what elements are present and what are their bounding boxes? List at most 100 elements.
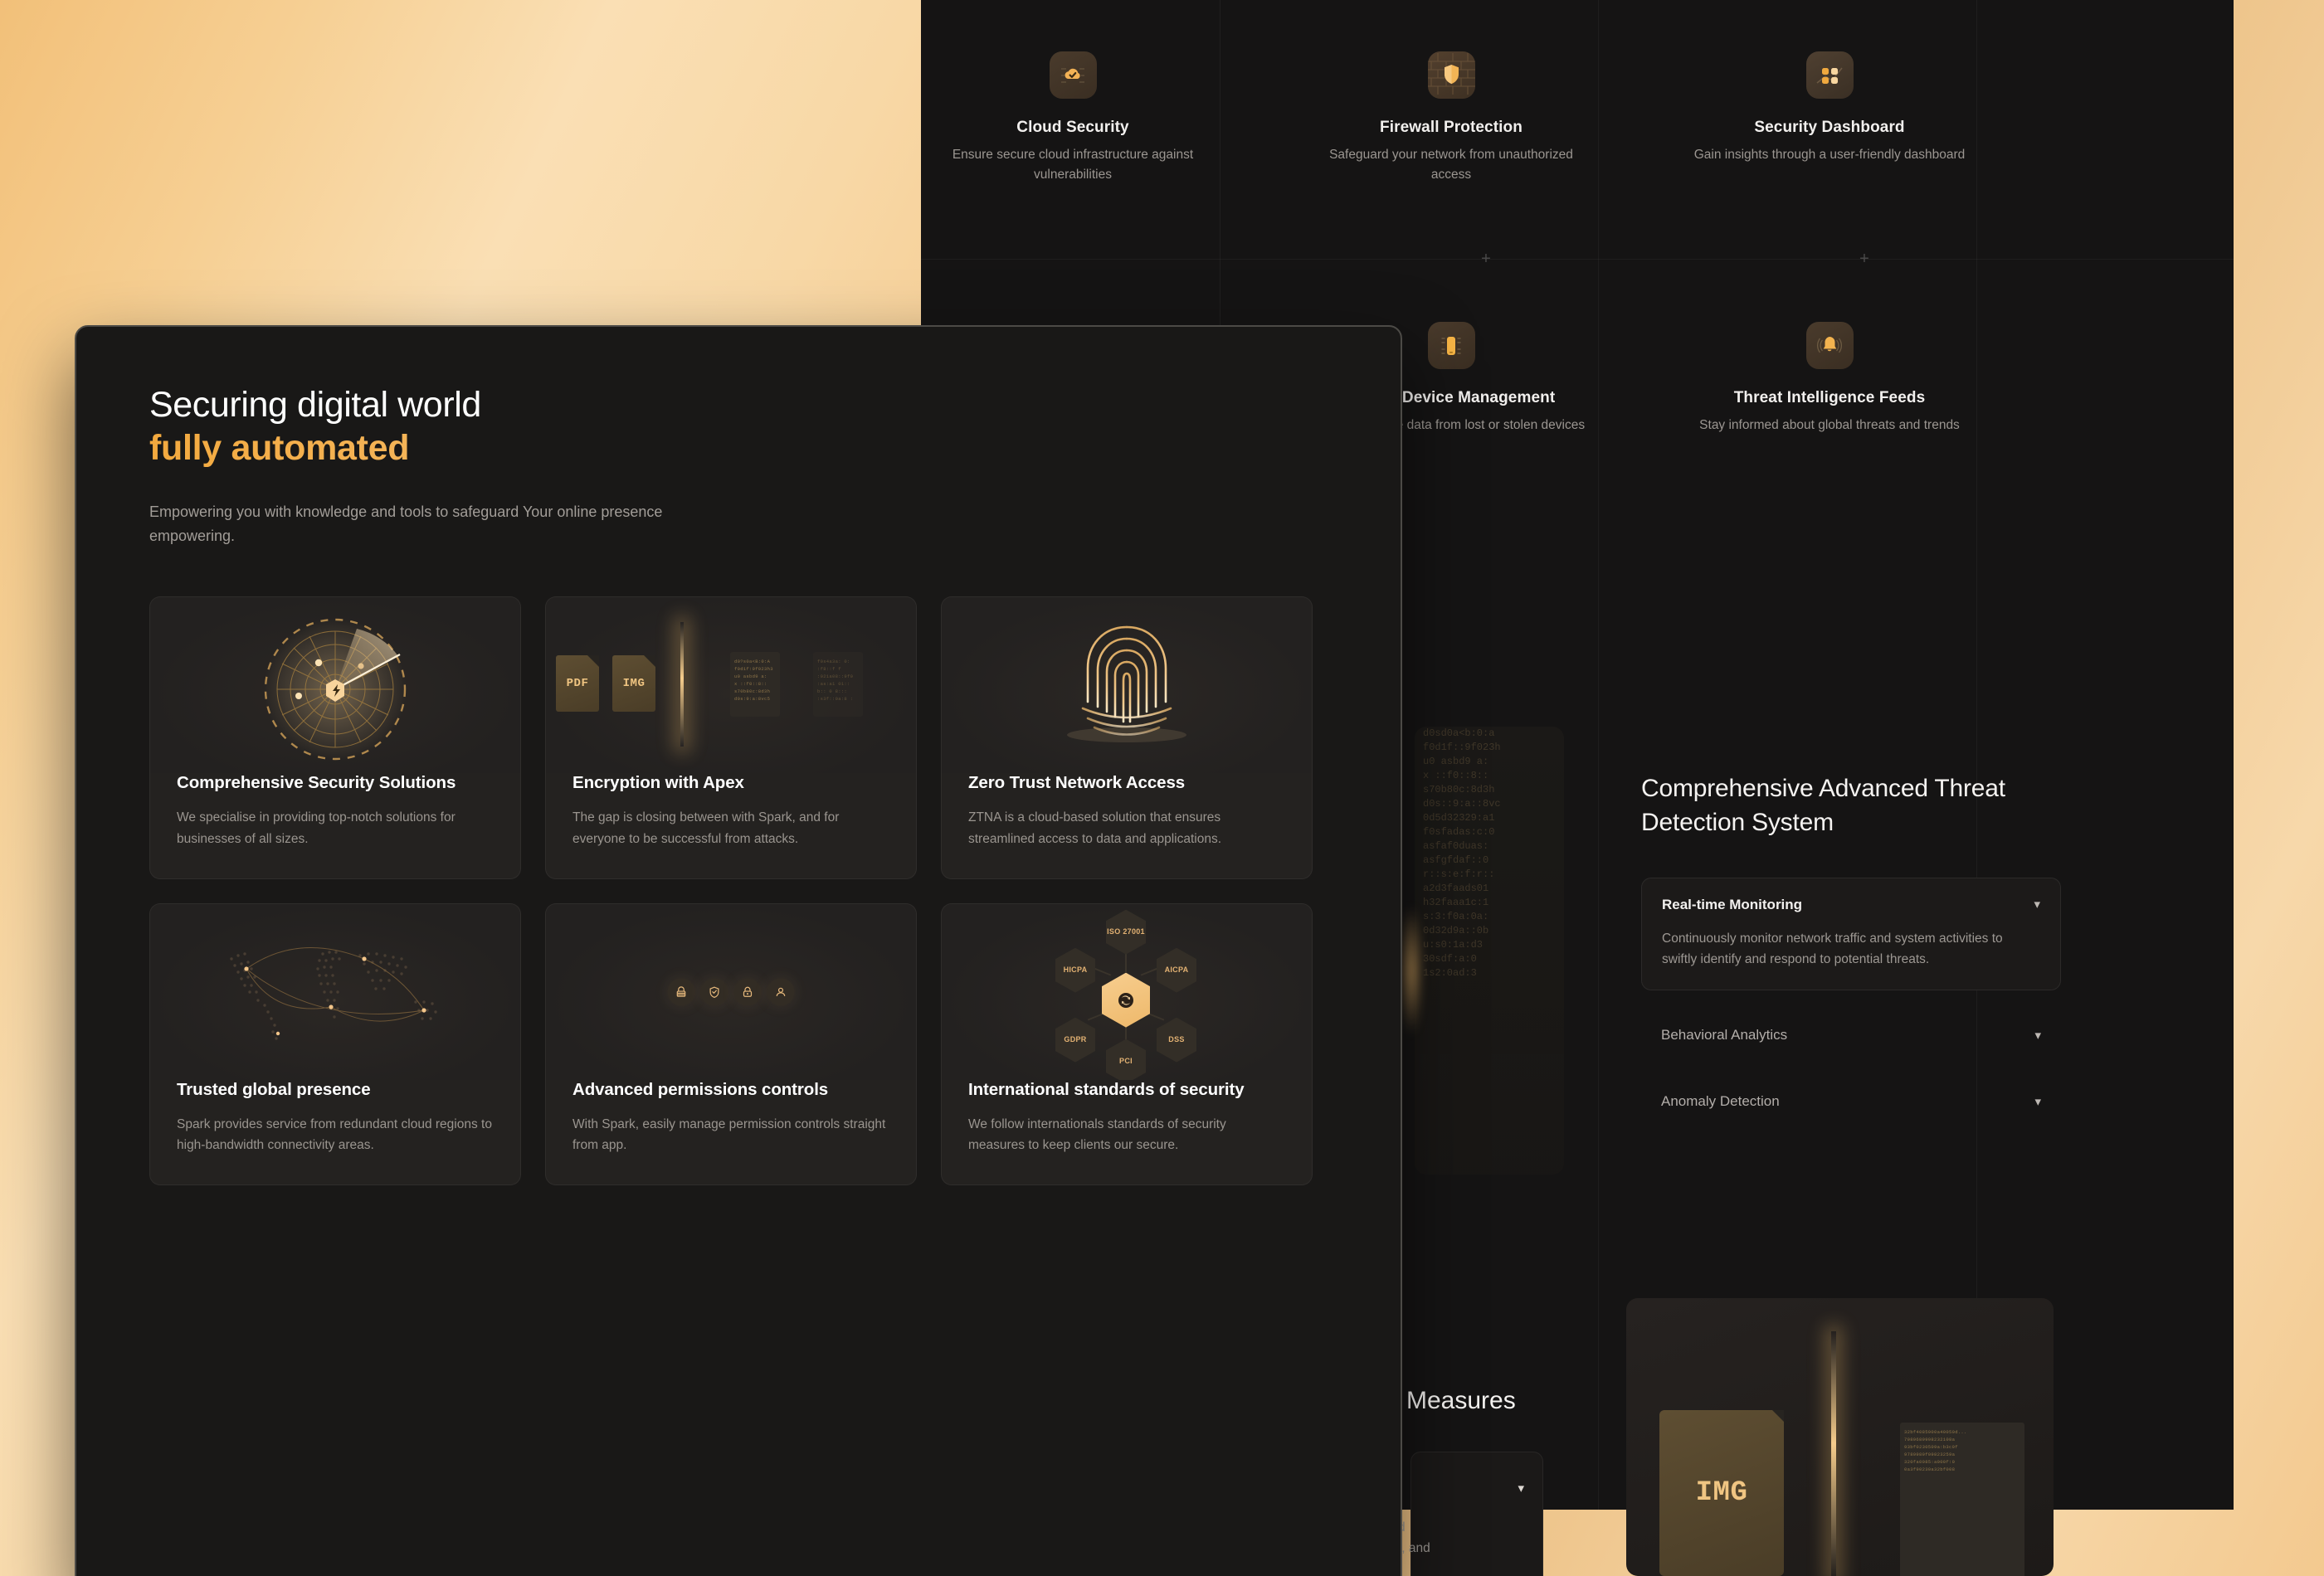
accordion-item-real-time-monitoring[interactable]: Real-time Monitoring ▾ Continuously moni… <box>1641 877 2061 990</box>
compliance-hexagons-illustration: ISO 27001 HICPA AICPA GDPR DSS PCI <box>942 903 1312 1080</box>
badge-hicpa: HICPA <box>1055 947 1095 993</box>
card-desc: We specialise in providing top-notch sol… <box>177 810 456 846</box>
feature-title: Threat Intelligence Feeds <box>1733 389 1926 406</box>
encryption-beam <box>680 622 684 747</box>
card-zero-trust-network-access[interactable]: Zero Trust Network Access ZTNA is a clou… <box>941 596 1313 879</box>
encrypted-doc: 32bf4085900a40050d... 7989689998232108a 93… <box>1900 1423 2024 1576</box>
accordion-label: Real-time Monitoring <box>1662 896 1803 912</box>
bottom-encryption-illustration: IMG 32bf4085900a40050d... 798968999823210… <box>1626 1298 2054 1576</box>
badge-center-logo <box>1102 972 1150 1028</box>
feature-card-grid: Comprehensive Security Solutions We spec… <box>149 596 1328 1186</box>
card-encryption-with-apex[interactable]: PDF IMG d0?s0a<B:0:A f0d1f:9f023h3 u0 asbd… <box>545 596 917 879</box>
card-title: International standards of security <box>968 1079 1245 1099</box>
pdf-file-icon: PDF <box>556 655 599 713</box>
badge-label: PCI <box>1119 1056 1133 1065</box>
badge-dss: DSS <box>1157 1017 1196 1063</box>
feature-desc: Safeguard your network from unauthorized… <box>1329 148 1573 182</box>
radar-illustration <box>150 597 520 774</box>
card-title: Encryption with Apex <box>572 773 744 793</box>
encryption-illustration: PDF IMG d0?s0a<B:0:A f0d1f:9f023h3 u0 asbd… <box>546 597 916 774</box>
chevron-down-icon[interactable]: ▾ <box>1518 1481 1524 1496</box>
bottom-accordion-item[interactable]: ▾ feguard access, and <box>1362 1452 1543 1576</box>
code-line: s70b80c:8d3h <box>1423 784 1495 795</box>
accordion-label: Anomaly Detection <box>1661 1093 1780 1109</box>
card-comprehensive-security-solutions[interactable]: Comprehensive Security Solutions We spec… <box>149 596 521 879</box>
card-title: Advanced permissions controls <box>572 1079 829 1099</box>
badge-aicpa: AICPA <box>1157 947 1196 993</box>
encrypted-code-panel: d0sd0a<b:0:a f0d1f::9f023h u0 asbd9 a: x ::… <box>1415 727 1564 1175</box>
accordion-header[interactable]: Real-time Monitoring ▾ <box>1662 897 2040 913</box>
chevron-down-icon[interactable]: ▾ <box>2034 1029 2041 1042</box>
code-line: f0d1f::9f023h <box>1423 742 1501 753</box>
code-line: u:s0:1a:d3 <box>1423 939 1484 951</box>
feature-security-dashboard[interactable]: Security Dashboard Gain insights through… <box>1693 51 1966 165</box>
code-line: 30sdf:a:0 <box>1423 953 1477 965</box>
chevron-down-icon[interactable]: ▾ <box>2034 898 2040 911</box>
feature-desc: Gain insights through a user-friendly da… <box>1693 148 1966 162</box>
badge-label: AICPA <box>1164 965 1189 974</box>
key-icon <box>667 978 695 1006</box>
code-line: s:3:f0a:0a: <box>1423 911 1489 922</box>
code-panel-glow <box>1401 904 1422 1037</box>
cloud-check-icon <box>1049 51 1097 99</box>
encryption-beam <box>1831 1331 1836 1576</box>
img-file-label: IMG <box>1695 1477 1748 1509</box>
grid-plus-icon: + <box>1481 250 1491 268</box>
bell-alert-icon <box>1805 322 1854 369</box>
card-advanced-permissions-controls[interactable]: Advanced permissions controls With Spark… <box>545 902 917 1186</box>
badge-label: GDPR <box>1064 1034 1087 1043</box>
code-line: asfaf0duas: <box>1423 840 1489 852</box>
accordion-body: Continuously monitor network traffic and… <box>1662 931 2003 966</box>
card-title: Trusted global presence <box>177 1079 371 1099</box>
code-line: f0sfadas:c:0 <box>1423 826 1495 838</box>
user-icon <box>767 978 795 1006</box>
card-desc: We follow internationals standards of se… <box>968 1116 1226 1153</box>
code-line: 0d5d32329:a1 <box>1423 812 1495 824</box>
feature-title: Cloud Security <box>1016 119 1129 136</box>
code-line: x ::f0::8:: <box>1423 770 1489 781</box>
panel-title: Comprehensive Advanced Threat Detection … <box>1641 775 2005 837</box>
accordion-label: Behavioral Analytics <box>1661 1027 1788 1043</box>
grid-divider <box>1598 0 1599 1510</box>
code-line: d0sd0a<b:0:a <box>1423 727 1495 739</box>
encrypted-doc: f0s4a3a: 0::f8::f f:021a08::9f0:as:a1 01… <box>813 652 863 717</box>
badge-label: DSS <box>1168 1034 1185 1043</box>
img-file-icon: IMG <box>1659 1410 1784 1576</box>
code-line: d0s::9:a::8vc <box>1423 798 1501 810</box>
page-title-line1: Securing digital world <box>149 385 481 425</box>
grid-divider <box>1976 0 1977 1510</box>
code-line: 0d32d9a::0b <box>1423 925 1489 936</box>
shield-check-icon <box>700 978 728 1006</box>
feature-desc: Ensure secure cloud infrastructure again… <box>952 148 1194 182</box>
feature-title: Security Dashboard <box>1754 119 1905 136</box>
grid-divider <box>921 259 2234 260</box>
card-desc: ZTNA is a cloud-based solution that ensu… <box>968 810 1222 846</box>
accordion-item-anomaly-detection[interactable]: Anomaly Detection ▾ <box>1641 1075 2061 1128</box>
card-desc: The gap is closing between with Spark, a… <box>572 810 840 846</box>
card-title: Comprehensive Security Solutions <box>177 773 456 793</box>
mobile-device-icon <box>1427 322 1475 369</box>
card-international-standards-of-security[interactable]: ISO 27001 HICPA AICPA GDPR DSS PCI Inter… <box>941 902 1313 1186</box>
feature-cloud-security[interactable]: Cloud Security Ensure secure cloud infra… <box>936 51 1210 185</box>
feature-firewall-protection[interactable]: Firewall Protection Safeguard your netwo… <box>1314 51 1588 185</box>
accordion-item-behavioral-analytics[interactable]: Behavioral Analytics ▾ <box>1641 1009 2061 1062</box>
bottom-section-title: Measures <box>1406 1387 1516 1414</box>
badge-label: ISO 27001 <box>1107 927 1145 936</box>
accordion-header[interactable]: Anomaly Detection ▾ <box>1661 1093 2041 1110</box>
encrypted-doc: d0?s0a<B:0:A f0d1f:9f023h3 u0 asbd9 a: x ::… <box>730 652 780 717</box>
badge-gdpr: GDPR <box>1055 1017 1095 1063</box>
permission-icons-illustration <box>546 903 916 1080</box>
accordion-header[interactable]: Behavioral Analytics ▾ <box>1661 1027 2041 1043</box>
pdf-file-label: PDF <box>566 677 589 691</box>
world-map-illustration <box>150 903 520 1080</box>
feature-desc: Stay informed about global threats and t… <box>1699 418 1960 432</box>
code-line: 1s2:0ad:3 <box>1423 967 1477 979</box>
page-subtitle: Empowering you with knowledge and tools … <box>149 503 663 545</box>
firewall-shield-icon <box>1427 51 1475 99</box>
feature-threat-intelligence-feeds[interactable]: Threat Intelligence Feeds Stay informed … <box>1693 322 1966 435</box>
badge-pci: PCI <box>1106 1039 1146 1080</box>
card-trusted-global-presence[interactable]: Trusted global presence Spark provides s… <box>149 902 521 1186</box>
card-desc: Spark provides service from redundant cl… <box>177 1116 492 1153</box>
chevron-down-icon[interactable]: ▾ <box>2034 1096 2041 1108</box>
foreground-window: Securing digital world fully automated E… <box>75 325 1402 1576</box>
